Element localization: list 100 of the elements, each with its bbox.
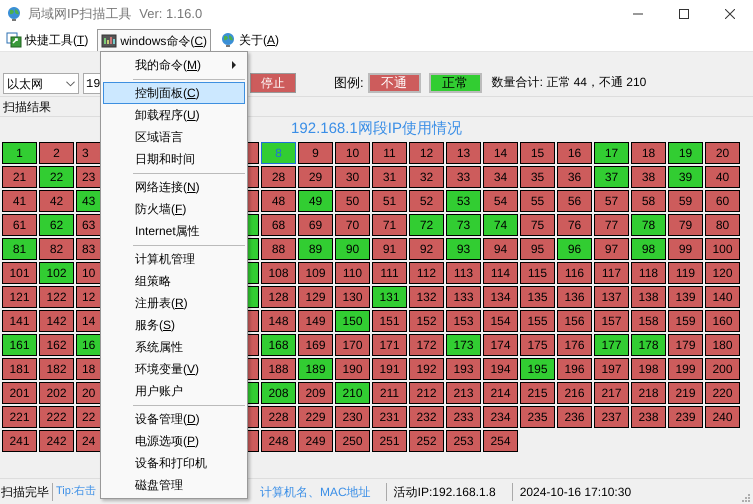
ip-cell[interactable]: 232 (409, 406, 444, 428)
ip-cell[interactable]: 60 (705, 190, 740, 212)
ip-cell[interactable]: 162 (39, 334, 74, 356)
ip-cell[interactable]: 40 (705, 166, 740, 188)
ip-cell[interactable]: 48 (261, 190, 296, 212)
ip-cell[interactable]: 221 (2, 406, 37, 428)
ip-cell[interactable]: 100 (705, 238, 740, 260)
ip-cell[interactable]: 234 (483, 406, 518, 428)
ip-cell[interactable]: 94 (483, 238, 518, 260)
ip-cell[interactable]: 213 (446, 382, 481, 404)
ip-cell[interactable]: 99 (668, 238, 703, 260)
ip-cell[interactable]: 98 (631, 238, 666, 260)
ip-cell[interactable]: 30 (335, 166, 370, 188)
ip-cell[interactable]: 52 (409, 190, 444, 212)
ip-cell[interactable]: 10 (335, 142, 370, 164)
ip-cell[interactable]: 189 (298, 358, 333, 380)
ip-cell[interactable]: 239 (668, 406, 703, 428)
ip-cell[interactable]: 212 (409, 382, 444, 404)
ip-cell[interactable]: 73 (446, 214, 481, 236)
ip-cell[interactable]: 33 (446, 166, 481, 188)
ip-cell[interactable]: 56 (557, 190, 592, 212)
ip-cell[interactable]: 201 (2, 382, 37, 404)
ip-cell[interactable]: 39 (668, 166, 703, 188)
ip-cell[interactable]: 137 (594, 286, 629, 308)
ip-cell[interactable]: 91 (372, 238, 407, 260)
ip-cell[interactable]: 253 (446, 430, 481, 452)
ip-cell[interactable]: 195 (520, 358, 555, 380)
ip-cell[interactable]: 156 (557, 310, 592, 332)
ip-cell[interactable]: 170 (335, 334, 370, 356)
ip-cell[interactable]: 2 (39, 142, 74, 164)
menu-option[interactable]: 磁盘管理 (103, 474, 245, 496)
ip-cell[interactable]: 101 (2, 262, 37, 284)
ip-cell[interactable]: 78 (631, 214, 666, 236)
ip-cell[interactable]: 50 (335, 190, 370, 212)
ip-cell[interactable]: 192 (409, 358, 444, 380)
ip-cell[interactable]: 171 (372, 334, 407, 356)
ip-cell[interactable]: 118 (631, 262, 666, 284)
ip-cell[interactable]: 114 (483, 262, 518, 284)
ip-cell[interactable]: 197 (594, 358, 629, 380)
ip-cell[interactable]: 88 (261, 238, 296, 260)
ip-cell[interactable]: 181 (2, 358, 37, 380)
ip-cell[interactable]: 15 (520, 142, 555, 164)
ip-cell[interactable]: 76 (557, 214, 592, 236)
ip-cell[interactable]: 155 (520, 310, 555, 332)
ip-cell[interactable]: 31 (372, 166, 407, 188)
ip-cell[interactable]: 57 (594, 190, 629, 212)
ip-cell[interactable]: 116 (557, 262, 592, 284)
ip-cell[interactable]: 53 (446, 190, 481, 212)
menu-item[interactable]: 快捷工具(T) (2, 29, 92, 51)
ip-cell[interactable]: 68 (261, 214, 296, 236)
ip-cell[interactable]: 172 (409, 334, 444, 356)
adapter-dropdown[interactable]: 以太网 (3, 73, 79, 94)
ip-cell[interactable]: 41 (2, 190, 37, 212)
ip-cell[interactable]: 19 (668, 142, 703, 164)
ip-cell[interactable]: 252 (409, 430, 444, 452)
ip-cell[interactable]: 159 (668, 310, 703, 332)
ip-cell[interactable]: 59 (668, 190, 703, 212)
ip-cell[interactable]: 217 (594, 382, 629, 404)
ip-cell[interactable]: 216 (557, 382, 592, 404)
ip-cell[interactable]: 174 (483, 334, 518, 356)
ip-cell[interactable]: 97 (594, 238, 629, 260)
ip-cell[interactable]: 150 (335, 310, 370, 332)
ip-cell[interactable]: 190 (335, 358, 370, 380)
ip-cell[interactable]: 42 (39, 190, 74, 212)
ip-cell[interactable]: 93 (446, 238, 481, 260)
ip-cell[interactable]: 249 (298, 430, 333, 452)
ip-cell[interactable]: 70 (335, 214, 370, 236)
ip-cell[interactable]: 9 (298, 142, 333, 164)
ip-cell[interactable]: 20 (705, 142, 740, 164)
ip-cell[interactable]: 175 (520, 334, 555, 356)
ip-cell[interactable]: 214 (483, 382, 518, 404)
ip-cell[interactable]: 135 (520, 286, 555, 308)
ip-cell[interactable]: 191 (372, 358, 407, 380)
ip-cell[interactable]: 176 (557, 334, 592, 356)
ip-cell[interactable]: 120 (705, 262, 740, 284)
ip-cell[interactable]: 230 (335, 406, 370, 428)
ip-cell[interactable]: 11 (372, 142, 407, 164)
ip-cell[interactable]: 210 (335, 382, 370, 404)
ip-cell[interactable]: 168 (261, 334, 296, 356)
ip-cell[interactable]: 193 (446, 358, 481, 380)
ip-cell[interactable]: 132 (409, 286, 444, 308)
ip-cell[interactable]: 58 (631, 190, 666, 212)
ip-cell[interactable]: 119 (668, 262, 703, 284)
ip-cell[interactable]: 28 (261, 166, 296, 188)
ip-cell[interactable]: 237 (594, 406, 629, 428)
ip-cell[interactable]: 199 (668, 358, 703, 380)
ip-cell[interactable]: 177 (594, 334, 629, 356)
ip-cell[interactable]: 233 (446, 406, 481, 428)
ip-cell[interactable]: 148 (261, 310, 296, 332)
ip-cell[interactable]: 108 (261, 262, 296, 284)
ip-cell[interactable]: 157 (594, 310, 629, 332)
ip-cell[interactable]: 29 (298, 166, 333, 188)
ip-cell[interactable]: 54 (483, 190, 518, 212)
ip-cell[interactable]: 251 (372, 430, 407, 452)
ip-cell[interactable]: 22 (39, 166, 74, 188)
ip-cell[interactable]: 134 (483, 286, 518, 308)
ip-cell[interactable]: 96 (557, 238, 592, 260)
ip-cell[interactable]: 128 (261, 286, 296, 308)
ip-cell[interactable]: 202 (39, 382, 74, 404)
ip-cell[interactable]: 180 (705, 334, 740, 356)
